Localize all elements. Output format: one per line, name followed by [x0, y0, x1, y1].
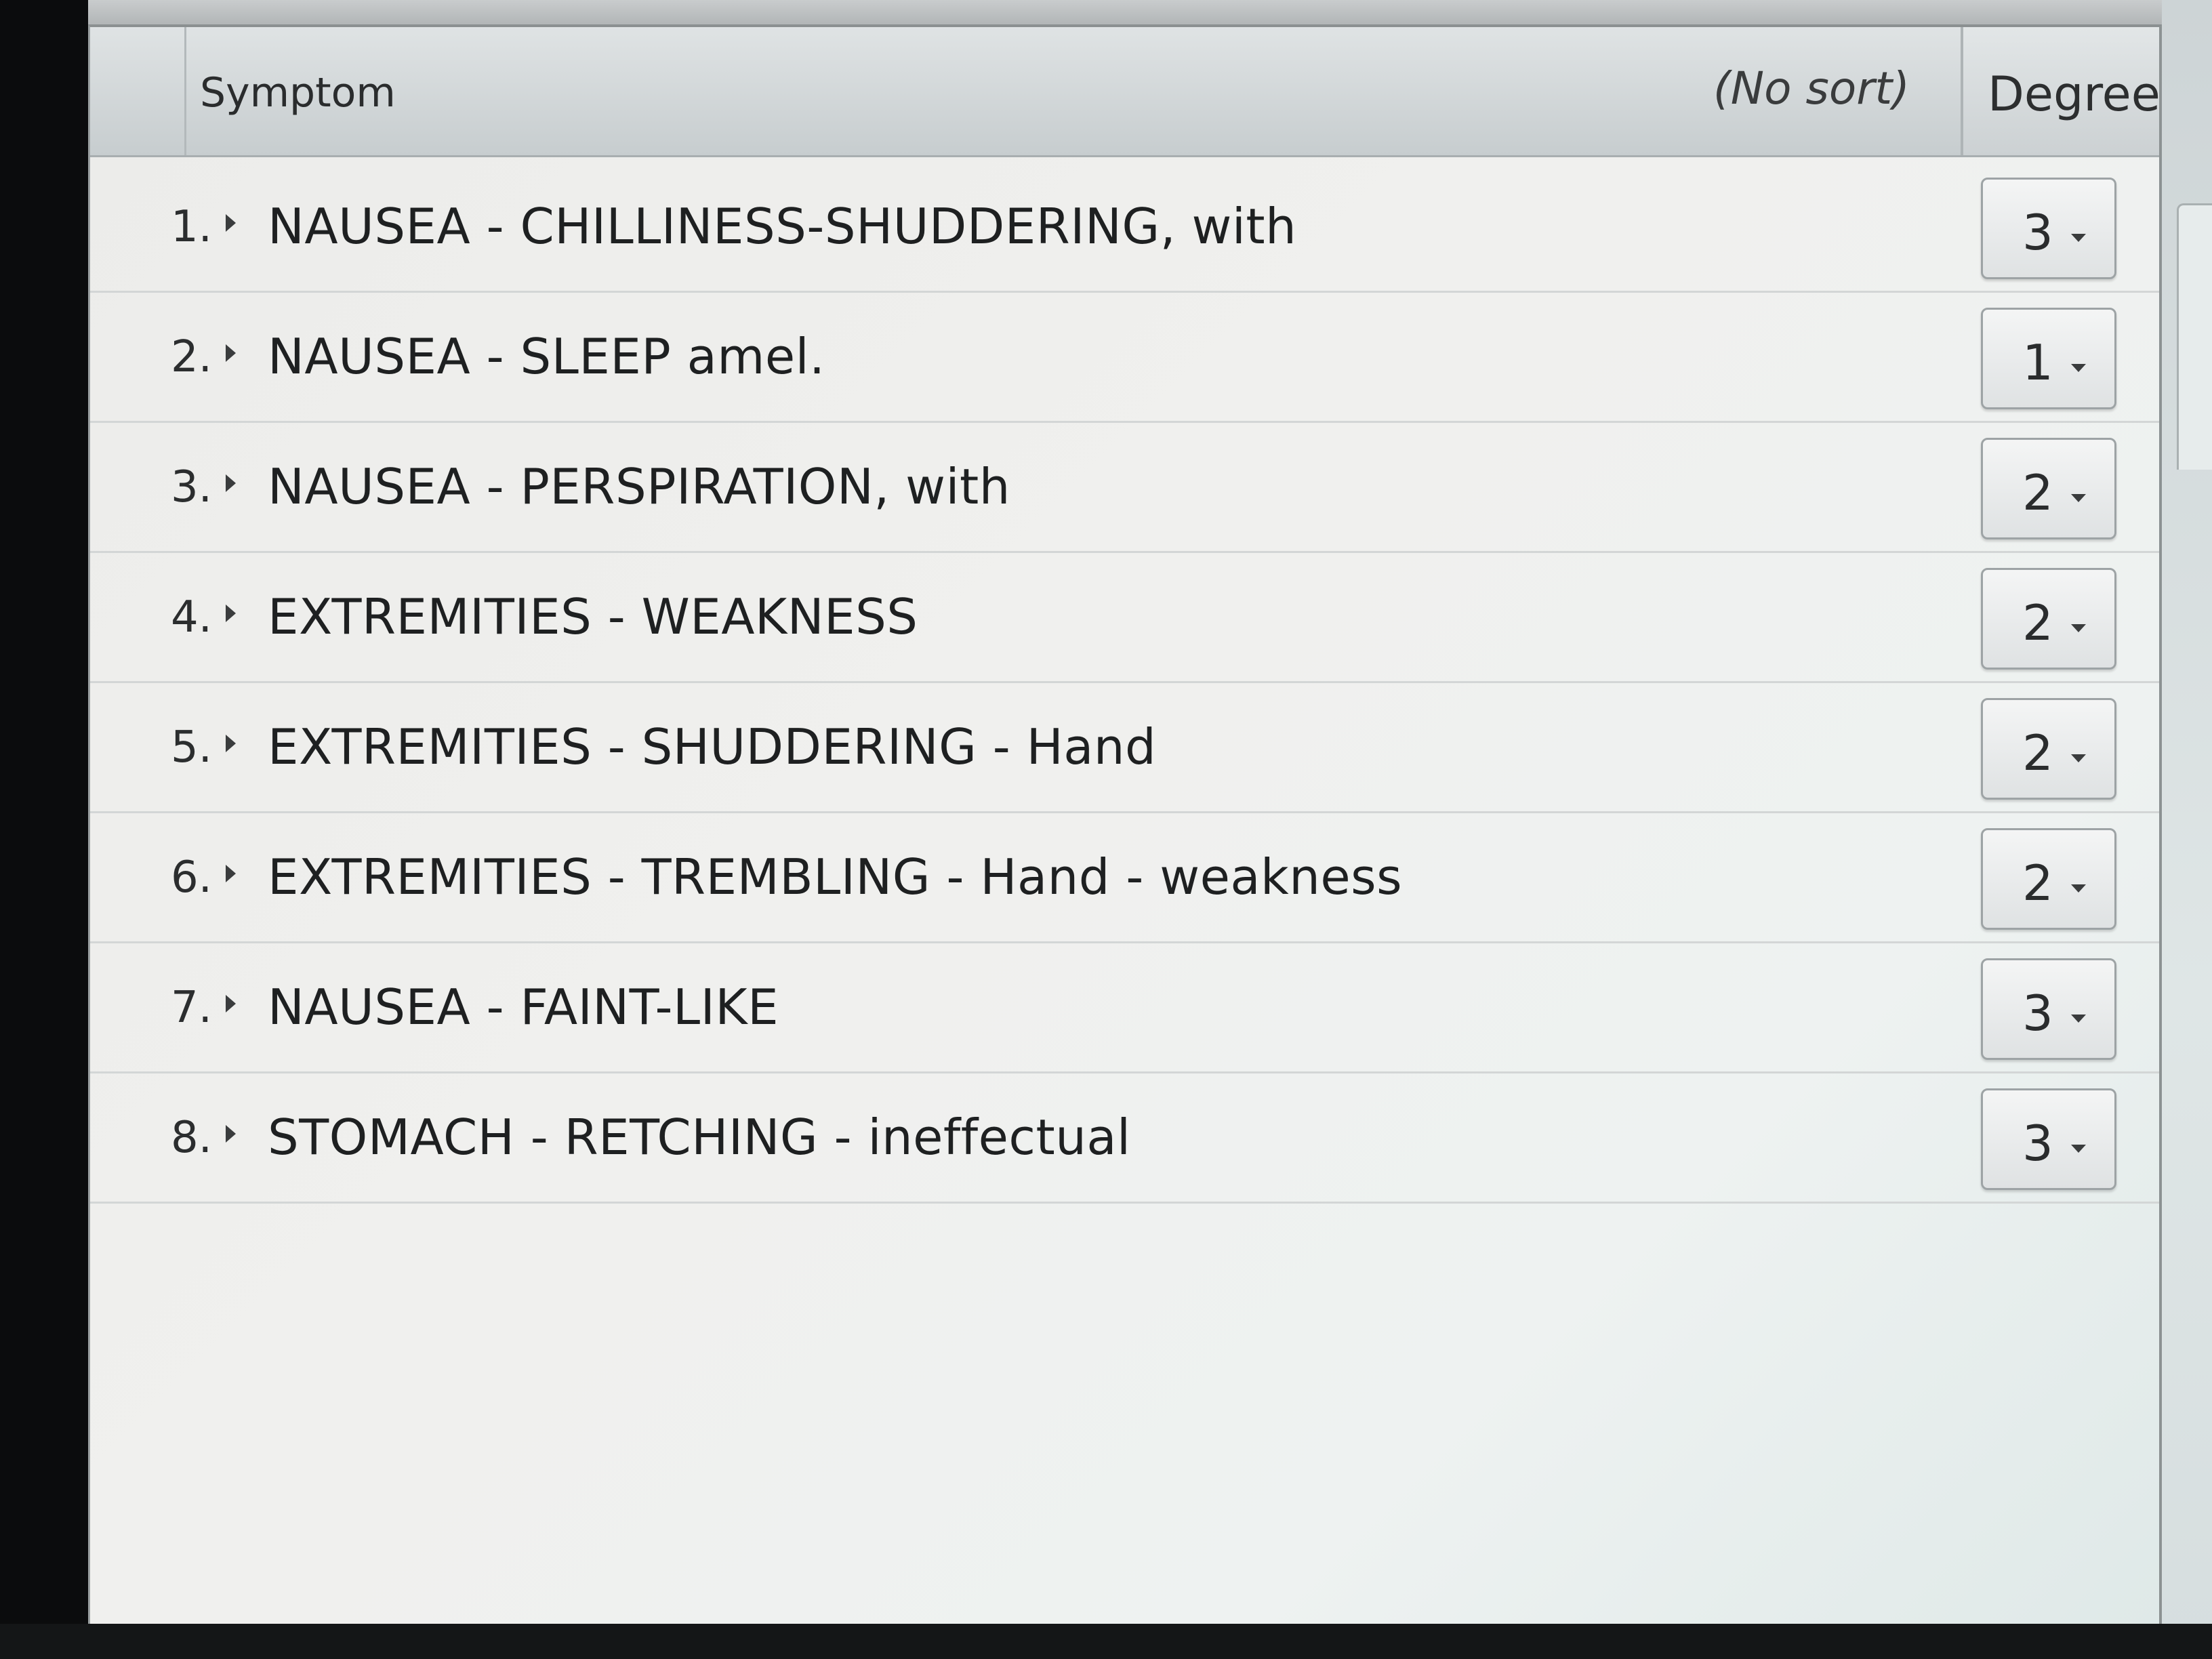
adjacent-panel-edge — [2177, 203, 2212, 470]
row-number: 8. — [170, 1113, 212, 1163]
row-number: 7. — [170, 983, 212, 1033]
table-row[interactable]: 5. EXTREMITIES - SHUDDERING - Hand 2 — [90, 683, 2159, 813]
degree-dropdown[interactable]: 2 — [1981, 568, 2116, 670]
degree-value: 3 — [2022, 204, 2053, 261]
column-header-degree[interactable]: Degree — [1988, 66, 2159, 122]
caret-down-icon — [2071, 624, 2086, 632]
degree-dropdown[interactable]: 3 — [1981, 1088, 2116, 1190]
table-row[interactable]: 6. EXTREMITIES - TREMBLING - Hand - weak… — [90, 813, 2159, 943]
degree-value: 2 — [2022, 594, 2053, 651]
row-number: 1. — [170, 202, 212, 252]
symptom-text: NAUSEA - SLEEP amel. — [268, 328, 825, 385]
symptom-table: Symptom (No sort) Degree 1. NAUSEA - CHI… — [88, 24, 2162, 1624]
row-number: 6. — [170, 853, 212, 903]
symptom-text: EXTREMITIES - WEAKNESS — [268, 588, 918, 645]
symptom-text: NAUSEA - FAINT-LIKE — [268, 979, 779, 1036]
header-number-gutter — [90, 27, 186, 155]
symptom-text: STOMACH - RETCHING - ineffectual — [268, 1109, 1131, 1166]
screen-bezel-bottom — [0, 1624, 2212, 1659]
window-right-edge — [2162, 0, 2212, 1659]
degree-value: 3 — [2022, 985, 2053, 1042]
row-number: 5. — [170, 722, 212, 773]
degree-dropdown[interactable]: 1 — [1981, 308, 2116, 409]
table-row[interactable]: 2. NAUSEA - SLEEP amel. 1 — [90, 293, 2159, 423]
caret-down-icon — [2071, 234, 2086, 242]
row-number: 3. — [170, 462, 212, 512]
screen-bezel-left — [0, 0, 88, 1659]
table-row[interactable]: 8. STOMACH - RETCHING - ineffectual 3 — [90, 1073, 2159, 1204]
table-header: Symptom (No sort) Degree — [90, 27, 2159, 157]
degree-dropdown[interactable]: 3 — [1981, 958, 2116, 1060]
degree-value: 1 — [2022, 334, 2053, 391]
caret-down-icon — [2071, 754, 2086, 762]
row-number: 2. — [170, 332, 212, 382]
table-row[interactable]: 7. NAUSEA - FAINT-LIKE 3 — [90, 943, 2159, 1073]
degree-value: 2 — [2022, 464, 2053, 521]
table-row[interactable]: 3. NAUSEA - PERSPIRATION, with 2 — [90, 423, 2159, 553]
triangle-right-icon[interactable] — [226, 735, 236, 752]
symptom-text: EXTREMITIES - SHUDDERING - Hand — [268, 718, 1157, 775]
sort-indicator[interactable]: (No sort) — [1713, 62, 1910, 115]
degree-dropdown[interactable]: 3 — [1981, 178, 2116, 279]
symptom-text: NAUSEA - CHILLINESS-SHUDDERING, with — [268, 198, 1297, 255]
triangle-right-icon[interactable] — [226, 1125, 236, 1143]
triangle-right-icon[interactable] — [226, 214, 236, 232]
caret-down-icon — [2071, 1145, 2086, 1153]
triangle-right-icon[interactable] — [226, 474, 236, 492]
degree-dropdown[interactable]: 2 — [1981, 828, 2116, 930]
degree-dropdown[interactable]: 2 — [1981, 438, 2116, 539]
table-row[interactable]: 1. NAUSEA - CHILLINESS-SHUDDERING, with … — [90, 163, 2159, 293]
caret-down-icon — [2071, 494, 2086, 502]
row-number: 4. — [170, 592, 212, 642]
table-body: 1. NAUSEA - CHILLINESS-SHUDDERING, with … — [90, 163, 2159, 1204]
symptom-text: EXTREMITIES - TREMBLING - Hand - weaknes… — [268, 848, 1403, 905]
caret-down-icon — [2071, 364, 2086, 372]
triangle-right-icon[interactable] — [226, 605, 236, 622]
degree-value: 2 — [2022, 724, 2053, 781]
degree-value: 2 — [2022, 855, 2053, 912]
column-header-symptom[interactable]: Symptom — [200, 69, 396, 117]
degree-value: 3 — [2022, 1115, 2053, 1172]
table-row[interactable]: 4. EXTREMITIES - WEAKNESS 2 — [90, 553, 2159, 683]
triangle-right-icon[interactable] — [226, 344, 236, 362]
degree-dropdown[interactable]: 2 — [1981, 698, 2116, 800]
caret-down-icon — [2071, 884, 2086, 893]
symptom-text: NAUSEA - PERSPIRATION, with — [268, 458, 1010, 515]
triangle-right-icon[interactable] — [226, 995, 236, 1012]
triangle-right-icon[interactable] — [226, 865, 236, 882]
caret-down-icon — [2071, 1015, 2086, 1023]
